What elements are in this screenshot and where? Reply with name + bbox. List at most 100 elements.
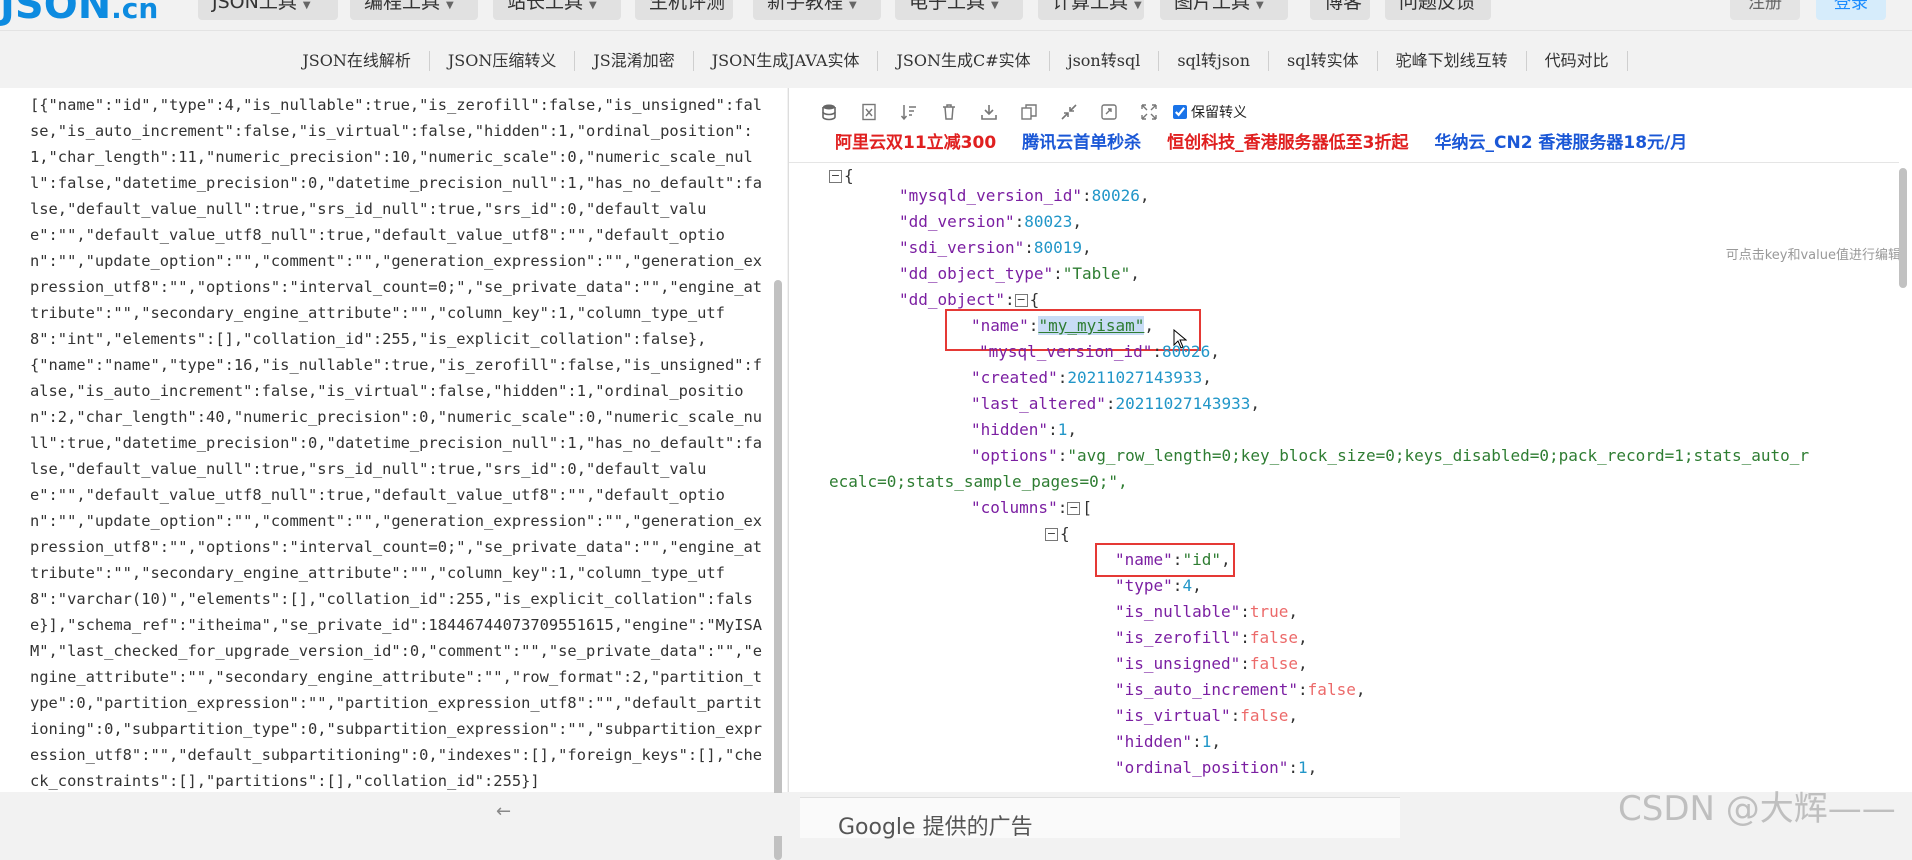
collapse-column-icon[interactable]: − [1045,528,1058,541]
subnav-link[interactable]: JSON生成JAVA实体 [694,51,879,71]
csdn-watermark: CSDN @大辉—— [1618,789,1896,829]
menu-item[interactable]: 博客 [1310,0,1370,20]
tree-key[interactable]: "is_unsigned" [1115,654,1240,673]
ad-links: 阿里云双11立减300 腾讯云首单秒杀 恒创科技_香港服务器低至3折起 华纳云_CN2… [835,128,1713,153]
register-button[interactable]: 注册 [1730,0,1800,20]
trash-icon[interactable] [929,100,969,124]
tree-key[interactable]: "sdi_version" [899,238,1024,257]
compress-icon[interactable] [1049,100,1089,124]
subnav-link[interactable]: JS混淆加密 [575,51,694,71]
tree-value-wrap[interactable]: ecalc=0;stats_sample_pages=0;", [829,472,1128,491]
sort-icon[interactable] [889,100,929,124]
download-icon[interactable] [969,100,1009,124]
json-tree-pane: 保留转义 阿里云双11立减300 腾讯云首单秒杀 恒创科技_香港服务器低至3折起 华纳… [788,88,1912,792]
menu-item[interactable]: 图片工具 ▼ [1160,0,1288,20]
tree-value[interactable]: false [1308,680,1356,699]
tree-value[interactable]: 4 [1182,576,1192,595]
tree-key[interactable]: "hidden" [1115,732,1192,751]
tool-subnav: JSON在线解析 JSON压缩转义 JS混淆加密 JSON生成JAVA实体 JSON生成… [0,36,1912,86]
tree-key[interactable]: "dd_object_type" [899,264,1053,283]
menu-item[interactable]: 新手教程 ▼ [753,0,881,20]
ad-link[interactable]: 恒创科技_香港服务器低至3折起 [1167,128,1408,153]
tree-value[interactable]: 20211027143933 [1067,368,1202,387]
tree-key[interactable]: "dd_object" [899,290,1005,309]
collapse-dd-object-icon[interactable]: − [1014,294,1028,307]
tree-key[interactable]: "is_zerofill" [1115,628,1240,647]
chevron-down-icon: ▼ [849,0,857,11]
collapse-root-icon[interactable]: − [829,170,842,183]
tree-value[interactable]: 20211027143933 [1116,394,1251,413]
menu-item-label: 生机评测 [649,0,726,13]
tree-key[interactable]: "dd_version" [899,212,1015,231]
keep-escape-option[interactable]: 保留转义 [1173,102,1247,122]
menu-item-label: 新手教程 [767,0,844,13]
tree-value[interactable]: true [1250,602,1289,621]
tree-key[interactable]: "ordinal_position" [1115,758,1288,777]
menu-item-label: 问题反馈 [1399,0,1476,13]
site-logo[interactable]: JSON.cn [0,0,158,28]
share-icon[interactable] [1089,100,1129,124]
tree-key[interactable]: "created" [971,368,1058,387]
tree-value[interactable]: 1 [1058,420,1068,439]
expand-icon[interactable] [1129,100,1169,124]
menu-item-label: 电子工具 [909,0,986,13]
keep-escape-checkbox[interactable] [1173,105,1187,119]
raw-json-pane[interactable]: [{"name":"id","type":4,"is_nullable":tru… [0,88,787,860]
tree-key[interactable]: "is_nullable" [1115,602,1240,621]
subnav-link[interactable]: json转sql [1050,51,1160,71]
tree-value[interactable]: false [1250,628,1298,647]
database-icon[interactable] [809,100,849,124]
ad-link[interactable]: 华纳云_CN2 香港服务器18元/月 [1434,128,1687,153]
tree-value[interactable]: false [1240,706,1288,725]
tree-value[interactable]: 80026 [1162,342,1210,361]
menu-item[interactable]: JSON工具 ▼ [198,0,338,20]
tree-value[interactable]: false [1250,654,1298,673]
tree-toolbar: 保留转义 [809,100,1247,124]
tree-value[interactable]: 1 [1298,758,1308,777]
tree-key[interactable]: "is_virtual" [1115,706,1231,725]
chevron-down-icon: ▼ [1134,0,1142,11]
subnav-link[interactable]: JSON压缩转义 [430,51,576,71]
menu-item-label: 博客 [1324,0,1363,13]
tree-key[interactable]: "last_altered" [971,394,1106,413]
subnav-link[interactable]: JSON生成C#实体 [878,51,1050,71]
tree-key[interactable]: "options" [971,446,1058,465]
collapse-columns-icon[interactable]: − [1067,502,1081,515]
tree-key[interactable]: "is_auto_increment" [1115,680,1298,699]
ad-link[interactable]: 阿里云双11立减300 [835,128,996,153]
ad-link[interactable]: 腾讯云首单秒杀 [1022,128,1141,153]
tree-value[interactable]: "avg_row_length=0;key_block_size=0;keys_… [1067,446,1809,465]
tree-value[interactable]: 80023 [1024,212,1072,231]
tree-value[interactable]: 1 [1202,732,1212,751]
tree-key[interactable]: "mysql_version_id" [979,342,1152,361]
menu-item[interactable]: 电子工具 ▼ [895,0,1023,20]
tree-value[interactable]: 80026 [1092,186,1140,205]
top-navbar: JSON.cn JSON工具 ▼ 编程工具 ▼ 站长工具 ▼ 生机评测 新手教程 ▼ 电子工具 ▼ 计… [0,0,1912,31]
menu-item[interactable]: 编程工具 ▼ [350,0,478,20]
raw-json-text[interactable]: [{"name":"id","type":4,"is_nullable":tru… [30,92,762,794]
tree-value[interactable]: 80019 [1034,238,1082,257]
left-scrollbar[interactable] [774,280,782,860]
tree-value[interactable]: "Table" [1063,264,1130,283]
login-button[interactable]: 登录 [1816,0,1886,20]
menu-item[interactable]: 生机评测 [635,0,733,20]
copy-icon[interactable] [1009,100,1049,124]
excel-icon[interactable] [849,100,889,124]
subnav-link[interactable]: 驼峰下划线互转 [1378,51,1527,71]
back-arrow-icon[interactable]: ← [496,801,511,822]
tree-key[interactable]: "hidden" [971,420,1048,439]
subnav-link[interactable]: sql转json [1159,51,1269,71]
subnav-link[interactable]: sql转实体 [1269,51,1378,71]
menu-item[interactable]: 计算工具 ▼ [1038,0,1144,20]
menu-item[interactable]: 站长工具 ▼ [493,0,621,20]
google-ad-label: Google 提供的广告 [838,815,1033,840]
right-scrollbar[interactable] [1899,168,1907,288]
tree-key[interactable]: "columns" [971,498,1058,517]
tree-key[interactable]: "mysqld_version_id" [899,186,1082,205]
tree-key[interactable]: "type" [1115,576,1173,595]
subnav-link[interactable]: 代码对比 [1527,51,1628,71]
subnav-link[interactable]: JSON在线解析 [284,51,430,71]
menu-item[interactable]: 问题反馈 [1385,0,1491,20]
highlight-box [1095,543,1235,577]
menu-item-label: 编程工具 [364,0,441,13]
